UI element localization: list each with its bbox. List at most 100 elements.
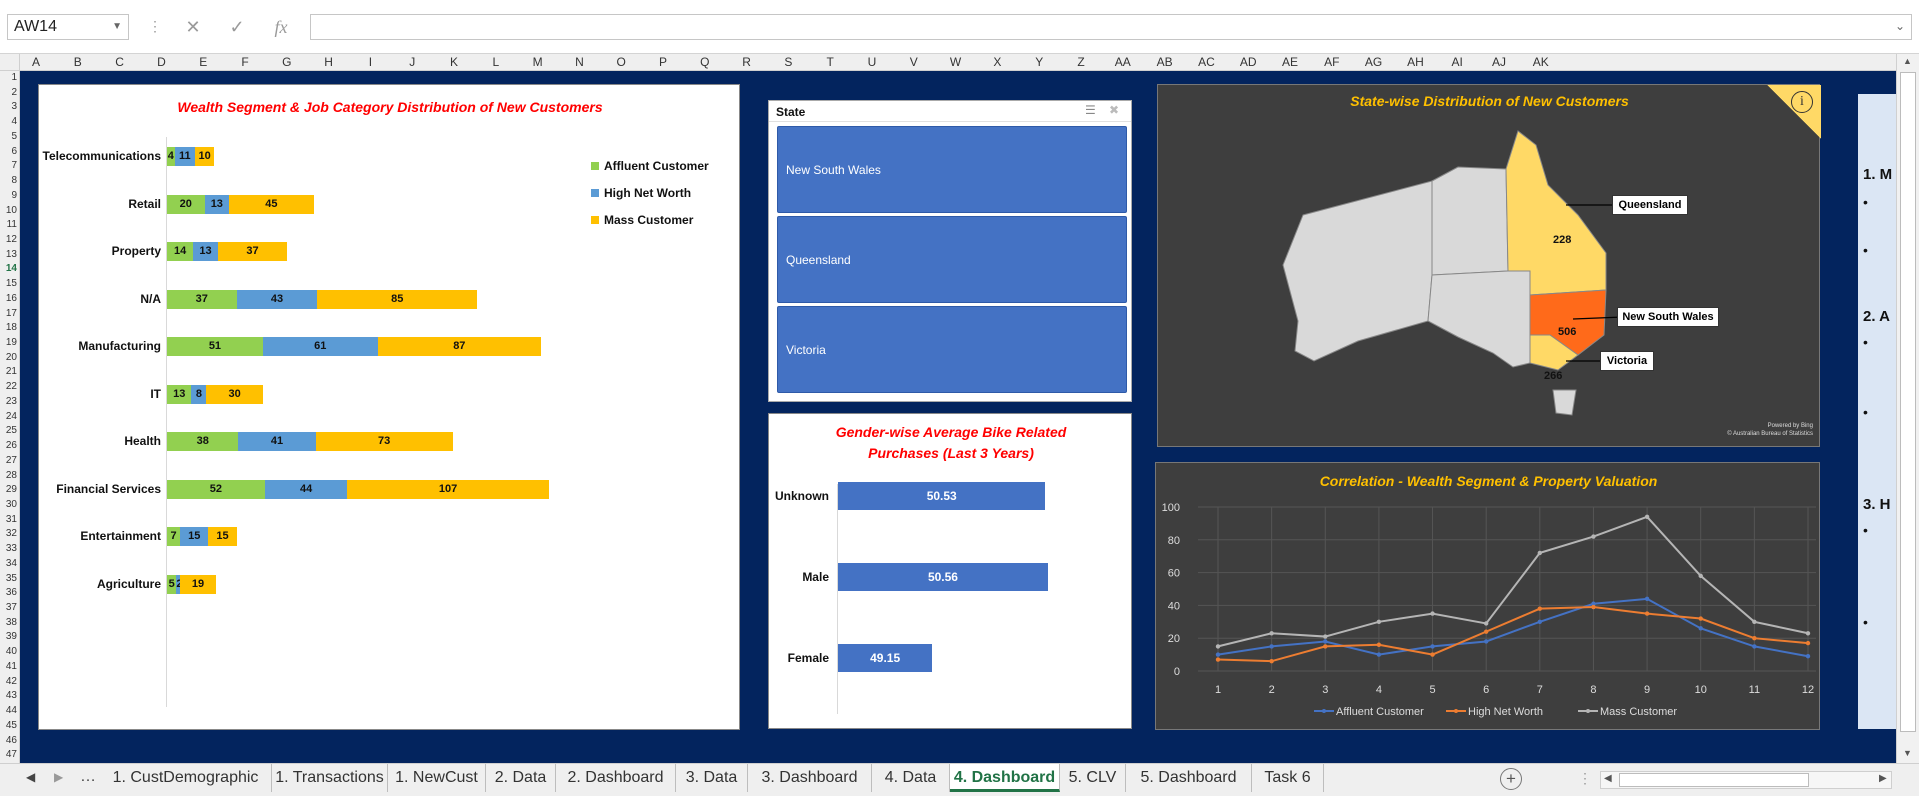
row-header[interactable]: 5: [0, 131, 20, 146]
column-header[interactable]: AF: [1311, 54, 1353, 71]
column-header[interactable]: E: [182, 54, 224, 71]
column-header[interactable]: AD: [1227, 54, 1269, 71]
row-header[interactable]: 32: [0, 528, 20, 543]
row-header[interactable]: 36: [0, 587, 20, 602]
sheet-tab[interactable]: 2. Dashboard: [556, 764, 676, 792]
formula-input[interactable]: ⌄: [310, 14, 1912, 40]
row-header[interactable]: 9: [0, 190, 20, 205]
row-header[interactable]: 35: [0, 573, 20, 588]
slicer-item-nsw[interactable]: New South Wales: [777, 126, 1127, 213]
more-sheets-icon[interactable]: …: [80, 768, 96, 786]
column-header[interactable]: AG: [1353, 54, 1395, 71]
gender-chart[interactable]: Gender-wise Average Bike Related Purchas…: [768, 413, 1132, 729]
column-header[interactable]: AC: [1186, 54, 1228, 71]
select-all-corner[interactable]: [0, 54, 20, 71]
sheet-tab[interactable]: 1. CustDemographic: [100, 764, 272, 792]
enter-icon[interactable]: ✓: [220, 14, 254, 40]
chevron-down-icon[interactable]: ▼: [112, 15, 122, 39]
column-header[interactable]: O: [600, 54, 642, 71]
column-header[interactable]: AK: [1520, 54, 1562, 71]
column-header[interactable]: Q: [684, 54, 726, 71]
correlation-chart[interactable]: Correlation - Wealth Segment & Property …: [1155, 462, 1820, 730]
row-header[interactable]: 30: [0, 499, 20, 514]
sheet-tab[interactable]: 5. Dashboard: [1126, 764, 1252, 792]
column-header[interactable]: Z: [1060, 54, 1102, 71]
prev-sheet-icon[interactable]: ◀: [26, 770, 35, 784]
row-header[interactable]: 39: [0, 631, 20, 646]
row-header[interactable]: 43: [0, 690, 20, 705]
row-header[interactable]: 46: [0, 735, 20, 750]
name-box[interactable]: AW14 ▼: [7, 14, 129, 40]
row-header[interactable]: 37: [0, 602, 20, 617]
column-header[interactable]: K: [433, 54, 475, 71]
column-header[interactable]: S: [768, 54, 810, 71]
column-headers[interactable]: A B C D E F G H I J K L M N O P Q R S T U V W X Y Z AA AB AC AD AE AF AG…: [0, 54, 1919, 71]
column-header[interactable]: D: [141, 54, 183, 71]
row-header[interactable]: 4: [0, 116, 20, 131]
row-header[interactable]: 21: [0, 366, 20, 381]
row-header[interactable]: 3: [0, 101, 20, 116]
column-header[interactable]: N: [559, 54, 601, 71]
scroll-thumb[interactable]: [1900, 72, 1916, 732]
row-header[interactable]: 41: [0, 661, 20, 676]
row-header[interactable]: 20: [0, 352, 20, 367]
row-header[interactable]: 12: [0, 234, 20, 249]
row-header[interactable]: 22: [0, 381, 20, 396]
scroll-down-icon[interactable]: ▼: [1903, 748, 1912, 758]
row-header[interactable]: 10: [0, 205, 20, 220]
sheet-tab[interactable]: 4. Dashboard: [950, 764, 1060, 792]
row-header[interactable]: 26: [0, 440, 20, 455]
scroll-up-icon[interactable]: ▲: [1903, 56, 1912, 66]
wealth-job-chart[interactable]: Wealth Segment & Job Category Distributi…: [38, 84, 740, 730]
column-header[interactable]: I: [350, 54, 392, 71]
column-header[interactable]: T: [809, 54, 851, 71]
row-header[interactable]: 14: [0, 263, 20, 278]
column-header[interactable]: U: [851, 54, 893, 71]
state-map-chart[interactable]: State-wise Distribution of New Customers…: [1157, 84, 1821, 447]
scroll-left-icon[interactable]: ◀: [1604, 773, 1612, 784]
row-header[interactable]: 13: [0, 249, 20, 264]
insert-function-icon[interactable]: fx: [264, 14, 298, 40]
column-header[interactable]: J: [391, 54, 433, 71]
vertical-scrollbar[interactable]: ▲ ▼: [1896, 54, 1919, 763]
column-header[interactable]: AJ: [1478, 54, 1520, 71]
column-header[interactable]: AI: [1436, 54, 1478, 71]
row-headers[interactable]: 1 2 3 4 5 6 7 8 9 10 11 12 13 14 15 16 17 18 19 20 21 22 23 24 2…: [0, 71, 20, 763]
column-header[interactable]: Y: [1018, 54, 1060, 71]
row-header[interactable]: 40: [0, 646, 20, 661]
column-header[interactable]: AH: [1395, 54, 1437, 71]
row-header[interactable]: 7: [0, 160, 20, 175]
row-header[interactable]: 15: [0, 278, 20, 293]
sheet-tab[interactable]: 1. NewCust: [388, 764, 486, 792]
row-header[interactable]: 27: [0, 455, 20, 470]
row-header[interactable]: 16: [0, 293, 20, 308]
row-header[interactable]: 45: [0, 720, 20, 735]
column-header[interactable]: C: [99, 54, 141, 71]
horizontal-scrollbar[interactable]: ◀ ▶: [1600, 771, 1892, 789]
column-header[interactable]: B: [57, 54, 99, 71]
column-header[interactable]: G: [266, 54, 308, 71]
cancel-icon[interactable]: ✕: [176, 14, 210, 40]
sheet-tab[interactable]: 5. CLV: [1060, 764, 1126, 792]
column-header[interactable]: M: [517, 54, 559, 71]
scroll-right-icon[interactable]: ▶: [1879, 773, 1887, 784]
row-header[interactable]: 42: [0, 676, 20, 691]
multi-select-icon[interactable]: ☰: [1085, 103, 1096, 117]
row-header[interactable]: 19: [0, 337, 20, 352]
row-header[interactable]: 24: [0, 411, 20, 426]
sheet-tab[interactable]: 3. Dashboard: [748, 764, 872, 792]
column-header[interactable]: AB: [1144, 54, 1186, 71]
column-header[interactable]: A: [15, 54, 57, 71]
row-header[interactable]: 47: [0, 749, 20, 764]
row-header[interactable]: 2: [0, 87, 20, 102]
column-header[interactable]: R: [726, 54, 768, 71]
row-header[interactable]: 1: [0, 72, 20, 87]
row-header[interactable]: 38: [0, 617, 20, 632]
sheet-tab[interactable]: Task 6: [1252, 764, 1324, 792]
row-header[interactable]: 33: [0, 543, 20, 558]
column-header[interactable]: V: [893, 54, 935, 71]
clear-filter-icon[interactable]: ✖: [1109, 103, 1119, 117]
slicer-item-qld[interactable]: Queensland: [777, 216, 1127, 303]
row-header[interactable]: 17: [0, 308, 20, 323]
column-header[interactable]: L: [475, 54, 517, 71]
